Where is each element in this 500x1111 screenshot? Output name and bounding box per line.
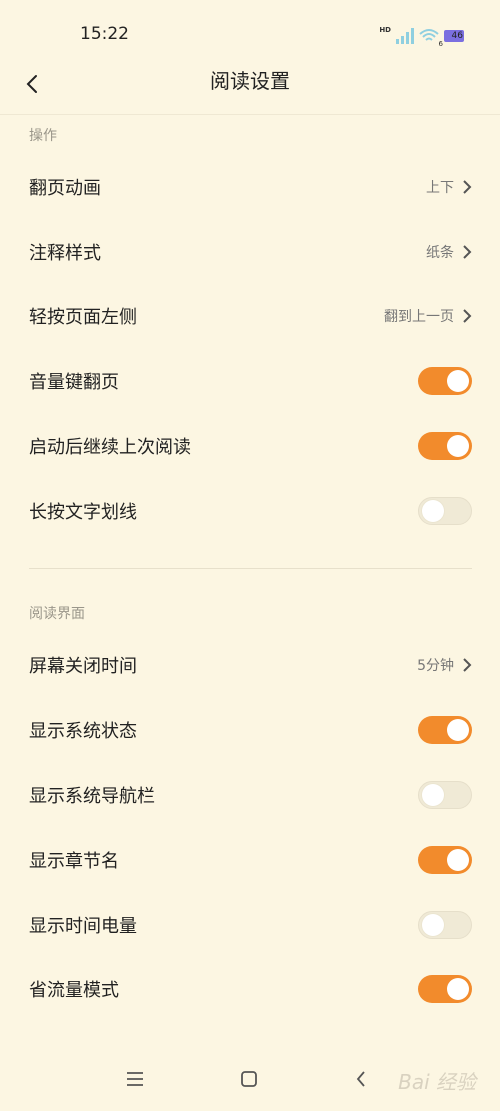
wifi-number: 6 xyxy=(438,40,443,48)
toggle-switch[interactable] xyxy=(418,432,472,460)
setting-annotation-style[interactable]: 注释样式 纸条 xyxy=(0,220,500,284)
system-back-button[interactable] xyxy=(347,1065,375,1093)
menu-button[interactable] xyxy=(121,1065,149,1093)
chevron-right-icon xyxy=(463,309,472,323)
setting-label: 轻按页面左侧 xyxy=(29,307,137,328)
toggle-switch[interactable] xyxy=(418,781,472,809)
section-title-operation: 操作 xyxy=(29,128,57,144)
setting-label: 翻页动画 xyxy=(29,178,101,199)
signal-icon xyxy=(396,28,414,44)
toggle-switch[interactable] xyxy=(418,846,472,874)
back-icon xyxy=(356,1071,365,1087)
setting-screen-off-time[interactable]: 屏幕关闭时间 5分钟 xyxy=(0,633,500,697)
setting-value: 纸条 xyxy=(426,245,454,261)
section-title-reading: 阅读界面 xyxy=(29,606,85,622)
home-button[interactable] xyxy=(235,1065,263,1093)
setting-label: 显示系统状态 xyxy=(29,721,137,742)
wifi-icon: 6 xyxy=(419,28,443,48)
setting-label: 显示时间电量 xyxy=(29,916,137,937)
section-divider xyxy=(29,568,472,569)
setting-show-time-battery: 显示时间电量 xyxy=(0,893,500,957)
setting-label: 显示章节名 xyxy=(29,851,119,872)
header: 阅读设置 xyxy=(0,68,500,115)
setting-show-chapter-name: 显示章节名 xyxy=(0,828,500,892)
chevron-right-icon xyxy=(463,245,472,259)
toggle-switch[interactable] xyxy=(418,497,472,525)
setting-value: 5分钟 xyxy=(417,658,454,674)
setting-label: 省流量模式 xyxy=(29,980,119,1001)
setting-tap-left[interactable]: 轻按页面左侧 翻到上一页 xyxy=(0,284,500,348)
setting-label: 启动后继续上次阅读 xyxy=(29,437,191,458)
system-nav-bar: Bai 经验 xyxy=(0,1051,500,1111)
setting-show-system-status: 显示系统状态 xyxy=(0,698,500,762)
toggle-switch[interactable] xyxy=(418,911,472,939)
setting-value: 翻到上一页 xyxy=(384,309,454,325)
setting-label: 音量键翻页 xyxy=(29,372,119,393)
battery-icon: 46 xyxy=(444,30,464,42)
watermark: Bai 经验 xyxy=(398,1070,476,1094)
status-time: 15:22 xyxy=(80,24,129,44)
hd-icon: HD xyxy=(379,26,391,34)
setting-show-nav-bar: 显示系统导航栏 xyxy=(0,763,500,827)
setting-data-saver: 省流量模式 xyxy=(0,957,500,1021)
setting-label: 注释样式 xyxy=(29,243,101,264)
setting-label: 长按文字划线 xyxy=(29,502,137,523)
status-bar: 15:22 HD 6 46 xyxy=(0,0,500,68)
setting-volume-page-turn: 音量键翻页 xyxy=(0,349,500,413)
status-icons: HD 6 46 xyxy=(379,24,464,48)
setting-label: 显示系统导航栏 xyxy=(29,786,155,807)
setting-value: 上下 xyxy=(426,180,454,196)
page-title: 阅读设置 xyxy=(210,69,290,93)
toggle-switch[interactable] xyxy=(418,716,472,744)
setting-label: 屏幕关闭时间 xyxy=(29,656,137,677)
chevron-right-icon xyxy=(463,658,472,672)
menu-icon xyxy=(127,1072,143,1086)
toggle-switch[interactable] xyxy=(418,367,472,395)
toggle-switch[interactable] xyxy=(418,975,472,1003)
setting-resume-reading: 启动后继续上次阅读 xyxy=(0,414,500,478)
chevron-right-icon xyxy=(463,180,472,194)
home-icon xyxy=(241,1071,257,1087)
setting-page-animation[interactable]: 翻页动画 上下 xyxy=(0,155,500,219)
setting-long-press-underline: 长按文字划线 xyxy=(0,479,500,543)
